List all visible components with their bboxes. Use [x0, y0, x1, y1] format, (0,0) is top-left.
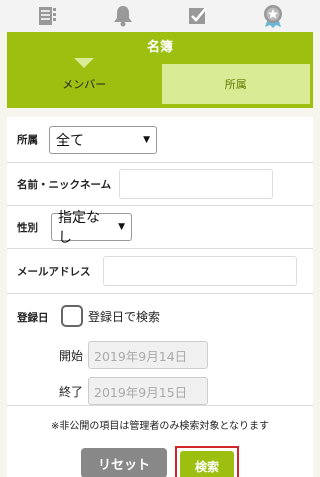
search-button[interactable]: 検索 [180, 451, 234, 477]
bell-icon[interactable] [110, 3, 136, 29]
email-label: メールアドレス [17, 265, 91, 278]
registration-checkbox[interactable] [61, 305, 83, 327]
form-actions: リセット 検索 [7, 442, 313, 477]
end-date-field[interactable]: 2019年9月15日 [88, 377, 208, 405]
start-date-field[interactable]: 2019年9月14日 [88, 341, 208, 369]
private-fields-note: ※非公開の項目は管理者のみ検索対象となります [50, 421, 270, 432]
gender-label: 性別 [17, 221, 38, 234]
top-navigation [0, 0, 320, 32]
start-date-label: 開始 [59, 349, 84, 363]
tab-bar: メンバー 所属 [7, 58, 313, 108]
email-row: メールアドレス [7, 249, 313, 294]
name-label: 名前・ニックネーム [17, 178, 112, 191]
search-button-highlight: 検索 [175, 446, 239, 477]
search-form: 所属 全て ▼ 名前・ニックネーム 性別 指定なし ▼ メールアドレス 登録日 [7, 117, 313, 477]
dropdown-caret-icon: ▼ [118, 222, 125, 232]
gender-row: 性別 指定なし ▼ [7, 206, 313, 249]
email-field[interactable] [103, 256, 297, 286]
registration-label: 登録日 [17, 312, 49, 324]
list-icon[interactable] [35, 3, 61, 29]
check-icon[interactable] [185, 3, 211, 29]
affiliation-select[interactable]: 全て ▼ [49, 125, 157, 154]
page-title: 名簿 [7, 32, 313, 58]
badge-icon[interactable] [260, 3, 286, 29]
page: 名簿 メンバー 所属 所属 全て ▼ 名前・ニックネーム 性別 指定なし ▼ メ… [0, 0, 320, 477]
affiliation-select-value: 全て [56, 132, 84, 149]
name-row: 名前・ニックネーム [7, 163, 313, 206]
registration-block: 登録日 登録日で検索 開始 2019年9月14日 終了 2019年9月15日 [7, 294, 313, 406]
affiliation-row: 所属 全て ▼ [7, 117, 313, 163]
tab-members[interactable]: メンバー [10, 58, 159, 104]
registration-checkbox-label[interactable]: 登録日で検索 [88, 308, 160, 325]
gender-select-value: 指定なし [58, 210, 100, 246]
name-field[interactable] [119, 169, 273, 199]
end-date-label: 終了 [59, 385, 84, 399]
gender-select[interactable]: 指定なし ▼ [51, 210, 132, 246]
registration-checkbox-group[interactable]: 登録日で検索 [61, 305, 160, 327]
reset-button[interactable]: リセット [81, 448, 167, 477]
dropdown-caret-icon: ▼ [143, 134, 150, 145]
tab-affiliation[interactable]: 所属 [161, 64, 310, 104]
affiliation-label: 所属 [17, 134, 38, 146]
